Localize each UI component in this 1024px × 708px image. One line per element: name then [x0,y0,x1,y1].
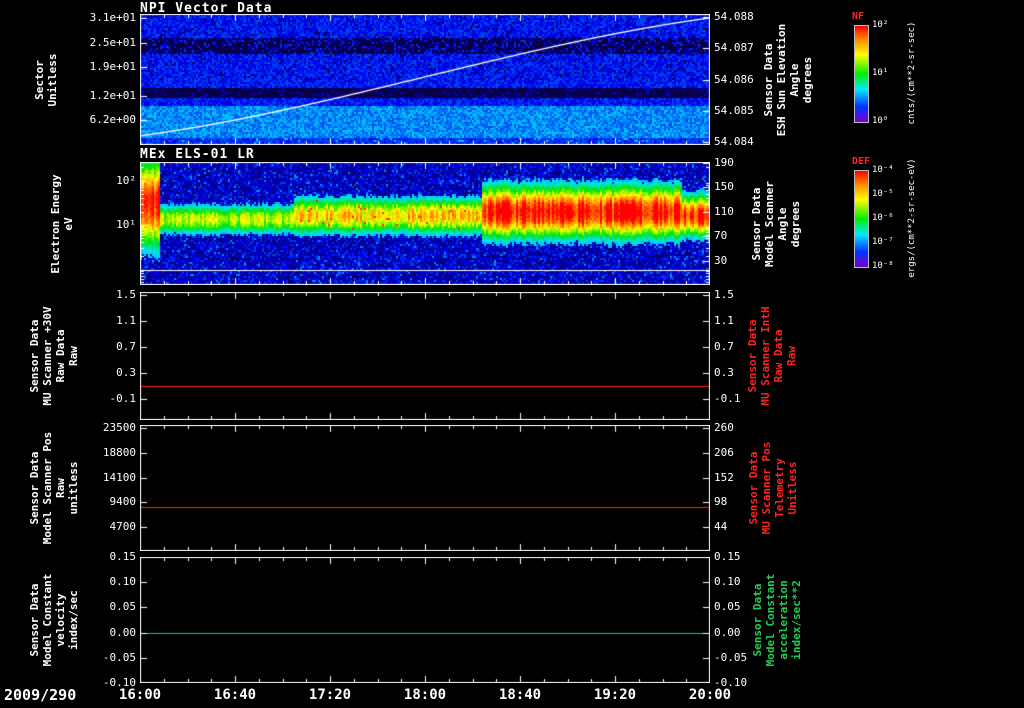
npi-spectrogram [140,14,710,145]
model-scanner-pos-plot [140,425,710,551]
y-axis-title-right: Sensor Data MU Scanner Pos Telemetry Unitle… [747,441,799,535]
y-axis-tick-label-right: 1.5 [714,288,734,302]
y-axis-tick-label-left: 3.1e+01 [89,11,136,25]
x-axis-tick-label: 20:00 [688,687,732,703]
colorbar-tick-label: 10¹ [872,68,889,78]
y-axis-tick-label-left: 1.5 [116,288,136,302]
els-spectrogram [140,162,710,285]
y-axis-title-left: Electron Energy eV [49,173,75,274]
colorbar-gradient-nf [854,25,869,123]
colorbar-tick-label: 10² [872,20,889,30]
colorbar-tick-label: 10⁻⁷ [872,237,894,247]
y-axis-title-right: Sensor Data Model Constant acceleration ind… [751,573,803,667]
colorbar-units-label: cnts/(cm**2-sr-sec) [907,21,917,125]
x-axis-tick-label: 16:00 [118,687,162,703]
model-constant-velocity-plot [140,557,710,683]
x-axis-tick-label: 18:40 [498,687,542,703]
y-axis-tick-label-left: 0.15 [109,550,137,563]
colorbar-title-def: DEF [852,156,871,167]
y-axis-tick-label-left: 1.9e+01 [89,60,136,74]
science-plot-stack: NPI Vector Data MEx ELS-01 LR 2009/290 3… [0,0,1024,708]
y-axis-title-right: Sensor Data Model Scanner Angle degrees [750,180,802,267]
mu-scanner-raw-plot [140,292,710,420]
y-axis-tick-label-right: 260 [714,421,734,435]
y-axis-title-right: Sensor Data ESH Sun Elevation Angle degrees [762,23,814,136]
colorbar-tick-label: 10⁻⁸ [872,261,894,271]
colorbar-tick-label: 10⁻⁶ [872,213,894,223]
y-axis-tick-label-right: 190 [714,155,734,169]
colorbar-title-nf: NF [852,11,865,22]
y-axis-tick-label-right: 0.15 [714,550,741,563]
y-axis-tick-label-left: 6.2e+00 [89,112,136,126]
y-axis-title-left: Sensor Data Model Scanner Pos Raw unitless [28,431,80,545]
colorbar-units-label: ergs/(cm**2-sr-sec-eV) [907,158,917,278]
y-axis-tick-label-right: 54.088 [714,10,754,24]
x-axis-tick-label: 17:20 [308,687,352,703]
colorbar-tick-label: 10⁰ [872,116,889,126]
y-axis-tick-label-right: 54.084 [714,134,754,148]
colorbar-gradient-def [854,170,869,268]
y-axis-tick-label-left: 1.2e+01 [89,88,136,102]
y-axis-title-left: Sensor Data MU Scanner +30V Raw Data Raw [28,306,80,406]
y-axis-title-right: Sensor Data MU Scanner IntH Raw Data Raw [746,306,798,406]
x-axis-tick-label: 18:00 [403,687,447,703]
panel-title-mex-els: MEx ELS-01 LR [140,147,255,162]
colorbar-tick-label: 10⁻⁴ [872,165,894,175]
y-axis-title-left: Sensor Data Model Constant velocity index/s… [28,573,80,667]
colorbar-tick-label: 10⁻⁵ [872,189,894,199]
x-axis-tick-label: 19:20 [593,687,637,703]
y-axis-title-left: Sector Unitless [33,53,59,106]
y-axis-tick-label-left: 2.5e+01 [89,35,136,49]
x-axis-tick-label: 16:40 [213,687,257,703]
